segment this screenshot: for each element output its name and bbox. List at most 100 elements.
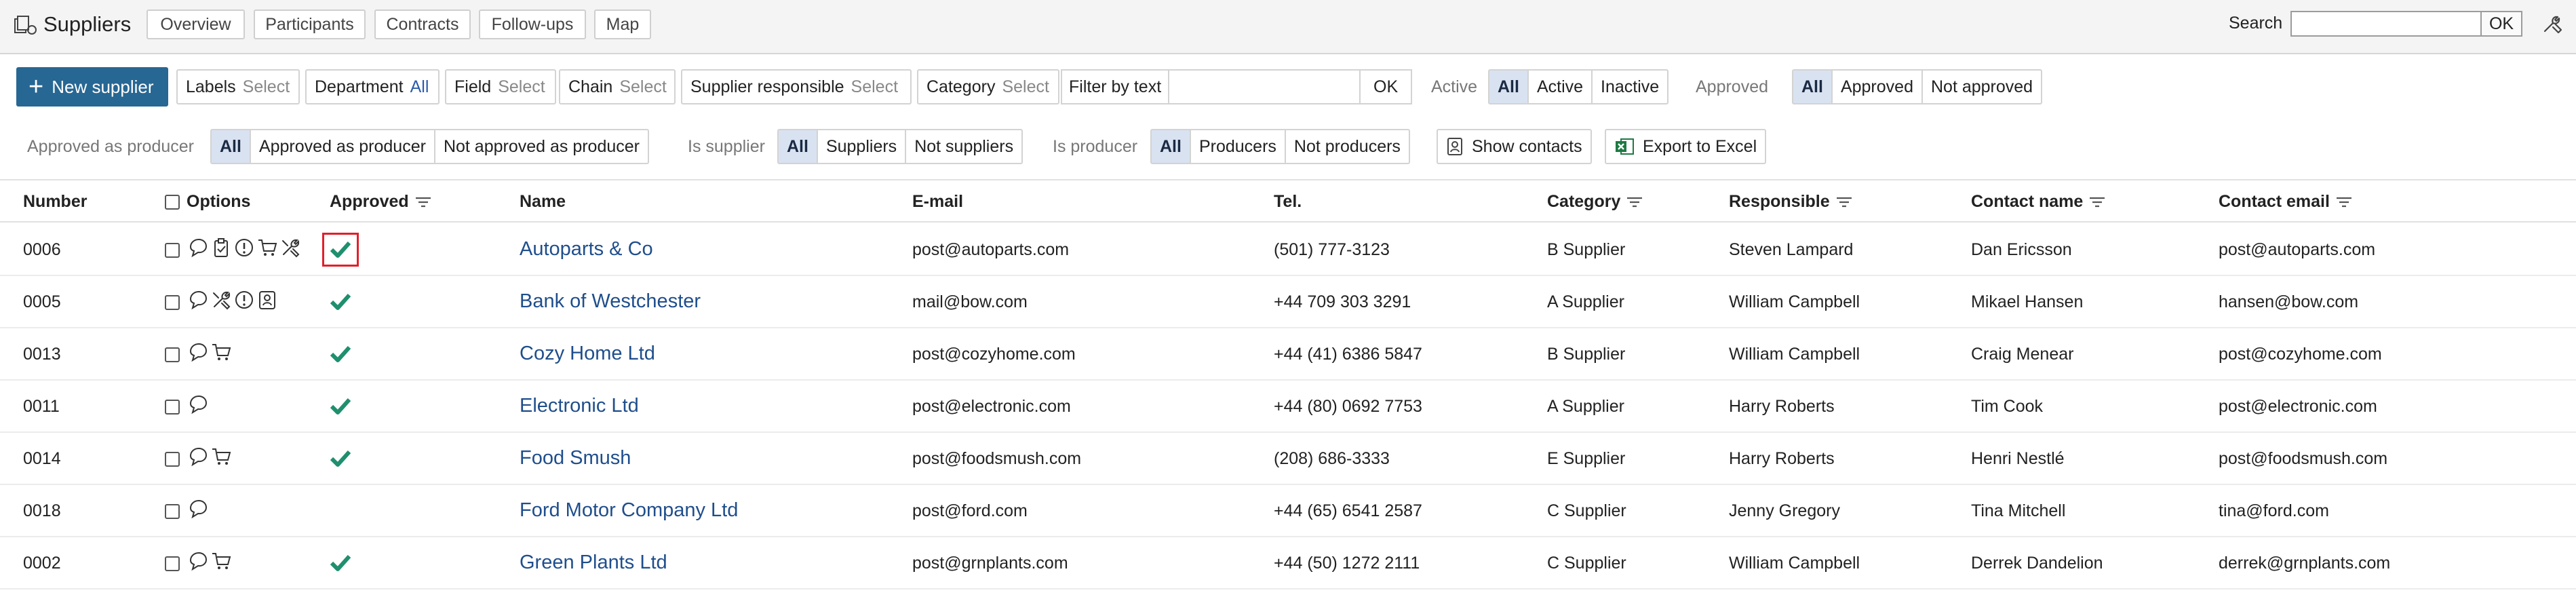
approved-option-all[interactable]: All bbox=[1793, 71, 1831, 103]
clipboard-icon[interactable] bbox=[211, 237, 231, 258]
row-checkbox[interactable] bbox=[165, 243, 180, 258]
tab-contracts[interactable]: Contracts bbox=[374, 9, 471, 39]
column-responsible[interactable]: Responsible bbox=[1729, 192, 1853, 212]
tab-overview[interactable]: Overview bbox=[147, 9, 245, 39]
wrench-icon[interactable] bbox=[2539, 12, 2564, 37]
producer-option-not-producers[interactable]: Not producers bbox=[1284, 130, 1409, 163]
supplier-responsible-filter[interactable]: Supplier responsible Select bbox=[681, 69, 912, 104]
cart-icon[interactable] bbox=[211, 342, 231, 362]
active-option-inactive[interactable]: Inactive bbox=[1591, 71, 1667, 103]
active-option-all[interactable]: All bbox=[1489, 71, 1527, 103]
column-category[interactable]: Category bbox=[1547, 192, 1643, 212]
new-supplier-button[interactable]: + New supplier bbox=[16, 67, 168, 107]
filter-value: Select bbox=[619, 77, 667, 96]
chat-icon[interactable] bbox=[188, 499, 208, 519]
cart-icon[interactable] bbox=[211, 551, 231, 571]
cart-icon[interactable] bbox=[211, 446, 231, 467]
table-row[interactable]: 0006 Autoparts & Co post@autoparts.com (501… bbox=[0, 224, 2576, 276]
row-checkbox[interactable] bbox=[165, 400, 180, 415]
supplier-option-not-suppliers[interactable]: Not suppliers bbox=[905, 130, 1021, 163]
row-checkbox[interactable] bbox=[165, 504, 180, 519]
producer-approval-option-not-approved[interactable]: Not approved as producer bbox=[433, 130, 648, 163]
filter-label: Field bbox=[454, 77, 492, 96]
producer-approval-option-approved[interactable]: Approved as producer bbox=[249, 130, 434, 163]
row-checkbox[interactable] bbox=[165, 452, 180, 467]
alert-icon[interactable] bbox=[234, 237, 254, 258]
producer-option-producers[interactable]: Producers bbox=[1189, 130, 1285, 163]
cell-email: post@electronic.com bbox=[912, 397, 1071, 416]
supplier-name-link[interactable]: Green Plants Ltd bbox=[520, 552, 667, 574]
alert-icon[interactable] bbox=[234, 290, 254, 310]
supplier-option-all[interactable]: All bbox=[779, 130, 817, 163]
filter-text-input[interactable] bbox=[1168, 71, 1359, 103]
cell-number: 0005 bbox=[23, 292, 61, 311]
approved-check-icon bbox=[330, 398, 351, 415]
column-number[interactable]: Number bbox=[23, 192, 87, 212]
table-header: Number Options Approved Name E-mail Tel.… bbox=[0, 179, 2576, 223]
filter-value: Select bbox=[498, 77, 545, 96]
cell-contact-email: post@foodsmush.com bbox=[2219, 449, 2388, 468]
cell-contact-email: post@cozyhome.com bbox=[2219, 345, 2382, 364]
table-row[interactable]: 0013 Cozy Home Ltd post@cozyhome.com +44 (4… bbox=[0, 328, 2576, 381]
tools-icon[interactable] bbox=[211, 290, 231, 310]
table-row[interactable]: 0011 Electronic Ltd post@electronic.com +44… bbox=[0, 381, 2576, 433]
select-all-checkbox[interactable] bbox=[165, 194, 180, 210]
column-tel[interactable]: Tel. bbox=[1274, 192, 1302, 212]
cell-number: 0011 bbox=[23, 397, 60, 416]
tab-map[interactable]: Map bbox=[594, 9, 651, 39]
cell-number: 0013 bbox=[23, 345, 61, 364]
chain-filter[interactable]: Chain Select bbox=[559, 69, 676, 104]
tab-follow-ups[interactable]: Follow-ups bbox=[479, 9, 586, 39]
supplier-option-suppliers[interactable]: Suppliers bbox=[816, 130, 905, 163]
search-input[interactable] bbox=[2290, 11, 2482, 37]
chat-icon[interactable] bbox=[188, 342, 208, 362]
supplier-name-link[interactable]: Bank of Westchester bbox=[520, 290, 701, 313]
table-row[interactable]: 0002 Green Plants Ltd post@grnplants.com +4… bbox=[0, 537, 2576, 590]
active-option-active[interactable]: Active bbox=[1527, 71, 1591, 103]
tools-icon[interactable] bbox=[280, 237, 300, 258]
supplier-name-link[interactable]: Food Smush bbox=[520, 447, 631, 469]
supplier-name-link[interactable]: Autoparts & Co bbox=[520, 238, 653, 261]
filter-text-ok-button[interactable]: OK bbox=[1359, 71, 1411, 103]
search-ok-button[interactable]: OK bbox=[2482, 11, 2522, 37]
approved-option-approved[interactable]: Approved bbox=[1831, 71, 1921, 103]
category-filter[interactable]: Category Select bbox=[917, 69, 1059, 104]
producer-approval-option-all[interactable]: All bbox=[212, 130, 250, 163]
column-email[interactable]: E-mail bbox=[912, 192, 963, 212]
badge-icon[interactable] bbox=[257, 290, 277, 310]
table-row[interactable]: 0014 Food Smush post@foodsmush.com (208) 68… bbox=[0, 433, 2576, 485]
column-contact-name[interactable]: Contact name bbox=[1971, 192, 2106, 212]
row-checkbox[interactable] bbox=[165, 295, 180, 310]
chat-icon[interactable] bbox=[188, 237, 208, 258]
export-excel-button[interactable]: Export to Excel bbox=[1605, 129, 1767, 164]
row-checkbox[interactable] bbox=[165, 347, 180, 362]
chat-icon[interactable] bbox=[188, 394, 208, 415]
table-row[interactable]: 0018 Ford Motor Company Ltd post@ford.com +… bbox=[0, 485, 2576, 537]
department-filter[interactable]: Department All bbox=[305, 69, 440, 104]
active-segment: All Active Inactive bbox=[1488, 69, 1669, 104]
supplier-name-link[interactable]: Ford Motor Company Ltd bbox=[520, 499, 738, 522]
supplier-name-link[interactable]: Electronic Ltd bbox=[520, 395, 639, 417]
approved-producer-segment: All Approved as producer Not approved as… bbox=[210, 129, 649, 164]
table-row[interactable]: 0005 Bank of Westchester mail@bow.com +44 7… bbox=[0, 276, 2576, 328]
supplier-name-link[interactable]: Cozy Home Ltd bbox=[520, 343, 655, 365]
approved-check-icon bbox=[330, 450, 351, 467]
chat-icon[interactable] bbox=[188, 551, 208, 571]
producer-option-all[interactable]: All bbox=[1152, 130, 1190, 163]
labels-filter[interactable]: Labels Select bbox=[176, 69, 300, 104]
column-name[interactable]: Name bbox=[520, 192, 566, 212]
show-contacts-button[interactable]: Show contacts bbox=[1437, 129, 1592, 164]
row-checkbox[interactable] bbox=[165, 556, 180, 571]
is-supplier-segment: All Suppliers Not suppliers bbox=[777, 129, 1023, 164]
cell-contact-name: Tina Mitchell bbox=[1971, 501, 2066, 520]
cell-category: A Supplier bbox=[1547, 292, 1624, 311]
approved-option-not-approved[interactable]: Not approved bbox=[1921, 71, 2041, 103]
cart-icon[interactable] bbox=[257, 237, 277, 258]
chat-icon[interactable] bbox=[188, 290, 208, 310]
column-approved[interactable]: Approved bbox=[330, 192, 432, 212]
column-contact-email[interactable]: Contact email bbox=[2219, 192, 2353, 212]
tab-participants[interactable]: Participants bbox=[254, 9, 366, 39]
row-option-icons bbox=[188, 499, 208, 519]
field-filter[interactable]: Field Select bbox=[445, 69, 556, 104]
chat-icon[interactable] bbox=[188, 446, 208, 467]
